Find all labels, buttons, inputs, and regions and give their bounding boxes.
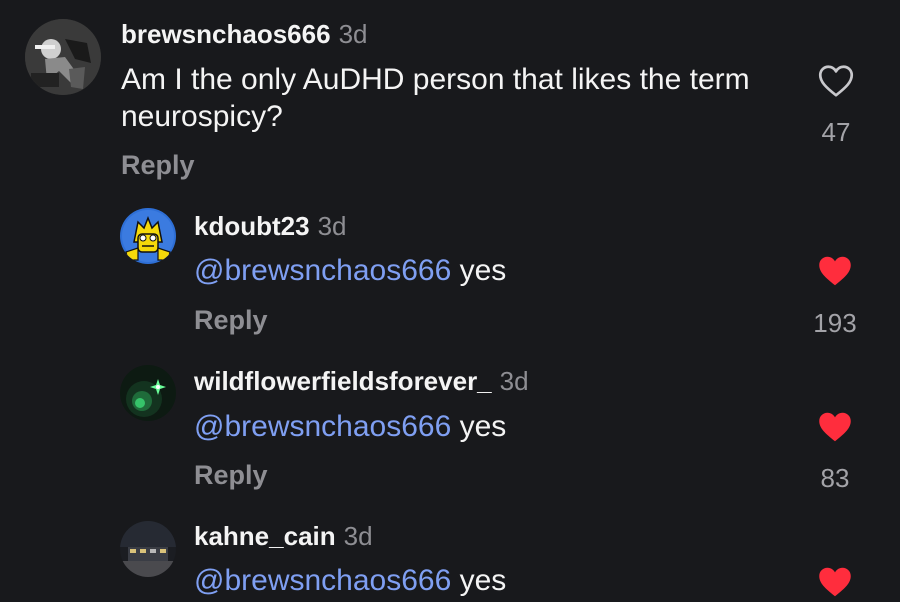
comment-body: yes xyxy=(459,254,507,287)
like-count: 47 xyxy=(821,117,851,147)
comment-text: @brewsnchaos666 yes xyxy=(194,252,754,289)
heart-filled-icon xyxy=(819,412,851,442)
username[interactable]: kdoubt23 xyxy=(194,211,310,241)
mention-link[interactable]: @brewsnchaos666 xyxy=(194,254,451,287)
reply-item: wildflowerfieldsforever_ 3d @brewsnchaos6… xyxy=(0,350,900,510)
reply-item: kdoubt23 3d @brewsnchaos666 yes Reply 193 xyxy=(0,190,900,350)
mention-link[interactable]: @brewsnchaos666 xyxy=(194,564,451,597)
comment-body: yes xyxy=(459,564,507,597)
username[interactable]: brewsnchaos666 xyxy=(121,19,331,49)
heart-filled-icon xyxy=(819,567,851,597)
like-count: 193 xyxy=(813,308,857,338)
avatar[interactable] xyxy=(120,208,176,264)
like-button[interactable] xyxy=(818,64,854,98)
comment-item: brewsnchaos666 3d Am I the only AuDHD per… xyxy=(0,0,900,190)
timestamp: 3d xyxy=(499,366,529,396)
like-count: 83 xyxy=(820,463,850,493)
comment-text: @brewsnchaos666 yes xyxy=(194,562,754,599)
timestamp: 3d xyxy=(317,211,347,241)
like-button[interactable] xyxy=(817,410,853,444)
heart-outline-icon xyxy=(818,65,854,97)
dark-photo-avatar-icon xyxy=(25,19,101,95)
reply-button[interactable]: Reply xyxy=(194,305,268,335)
comment-header: kahne_cain 3d xyxy=(194,521,373,551)
avatar[interactable] xyxy=(120,521,176,577)
green-sparkle-avatar-icon xyxy=(120,365,176,421)
reply-button[interactable]: Reply xyxy=(194,460,268,490)
comment-header: brewsnchaos666 3d xyxy=(121,19,367,49)
avatar[interactable] xyxy=(25,19,101,95)
comment-body: yes xyxy=(459,410,507,443)
timestamp: 3d xyxy=(338,19,368,49)
avatar[interactable] xyxy=(120,365,176,421)
comment-text: @brewsnchaos666 yes xyxy=(194,408,754,445)
username[interactable]: wildflowerfieldsforever_ xyxy=(194,366,492,396)
reply-item: kahne_cain 3d @brewsnchaos666 yes xyxy=(0,505,900,602)
timestamp: 3d xyxy=(343,521,373,551)
cartoon-character-avatar-icon xyxy=(120,208,176,264)
like-button[interactable] xyxy=(817,565,853,599)
comment-header: wildflowerfieldsforever_ 3d xyxy=(194,366,529,396)
comment-header: kdoubt23 3d xyxy=(194,211,347,241)
comment-text: Am I the only AuDHD person that likes th… xyxy=(121,63,750,133)
heart-filled-icon xyxy=(819,256,851,286)
like-button[interactable] xyxy=(817,254,853,288)
reply-button[interactable]: Reply xyxy=(121,150,195,180)
mention-link[interactable]: @brewsnchaos666 xyxy=(194,410,451,443)
username[interactable]: kahne_cain xyxy=(194,521,336,551)
night-scene-avatar-icon xyxy=(120,521,176,577)
